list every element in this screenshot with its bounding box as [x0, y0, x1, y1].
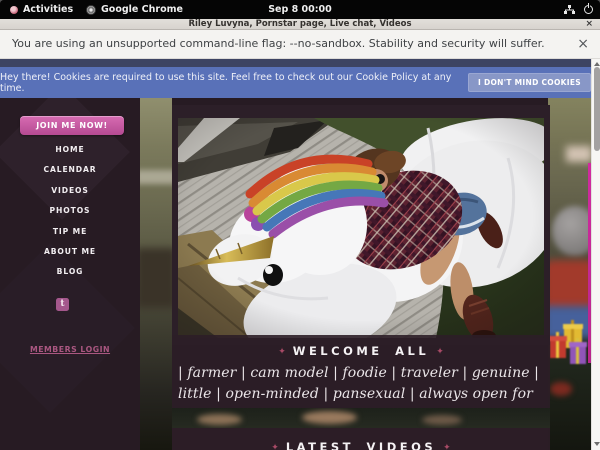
- infobar-close-icon[interactable]: ×: [577, 30, 589, 58]
- desktop-top-bar: Activities Google Chrome Sep 8 00:00: [0, 0, 600, 19]
- sidebar-menu: HOME CALENDAR VIDEOS PHOTOS TIP ME ABOUT…: [0, 140, 140, 283]
- diamond-decor-icon: ✦: [271, 347, 293, 357]
- tumblr-icon[interactable]: t: [56, 298, 69, 311]
- cookie-banner: Hey there! Cookies are required to use t…: [0, 67, 591, 98]
- background-gap-strip: [172, 408, 550, 428]
- welcome-heading: ✦WELCOME ALL✦: [172, 344, 550, 358]
- cookie-accept-button[interactable]: I DON'T MIND COOKIES: [468, 73, 591, 92]
- cookie-message: Hey there! Cookies are required to use t…: [0, 72, 456, 94]
- unicorn-photo-illustration: [178, 118, 544, 338]
- gift-icon: [570, 338, 586, 364]
- power-indicator[interactable]: [584, 0, 593, 19]
- window-title-bar: Riley Luvyna, Pornstar page, Live chat, …: [0, 19, 600, 30]
- sidebar-item-home[interactable]: HOME: [0, 140, 140, 160]
- join-me-now-button[interactable]: JOIN ME NOW!: [20, 116, 124, 135]
- background-photo-left: [140, 98, 172, 450]
- hero-image: [178, 118, 544, 338]
- latest-videos-title: LATEST VIDEOS: [286, 440, 436, 450]
- window-title: Riley Luvyna, Pornstar page, Live chat, …: [188, 19, 411, 29]
- background-couch: [548, 260, 591, 312]
- sidebar-item-blog[interactable]: BLOG: [0, 262, 140, 282]
- screen: Activities Google Chrome Sep 8 00:00 Ril…: [0, 0, 600, 450]
- diamond-decor-icon: ✦: [436, 443, 458, 450]
- page-scrollbar[interactable]: [591, 59, 600, 450]
- network-icon: [564, 5, 575, 15]
- sidebar-item-about-me[interactable]: ABOUT ME: [0, 242, 140, 262]
- sidebar: JOIN ME NOW! HOME CALENDAR VIDEOS PHOTOS…: [0, 98, 140, 450]
- power-icon: [584, 5, 593, 14]
- page-viewport: Hey there! Cookies are required to use t…: [0, 59, 600, 450]
- sidebar-item-videos[interactable]: VIDEOS: [0, 181, 140, 201]
- latest-videos-heading: ✦LATEST VIDEOS✦: [172, 440, 550, 450]
- diamond-decor-icon: ✦: [264, 443, 286, 450]
- page-top-strip: [0, 59, 591, 67]
- chrome-infobar: You are using an unsupported command-lin…: [0, 30, 600, 59]
- sidebar-item-photos[interactable]: PHOTOS: [0, 201, 140, 221]
- sidebar-item-tip-me[interactable]: TIP ME: [0, 222, 140, 242]
- latest-videos-panel: ✦LATEST VIDEOS✦: [172, 428, 550, 450]
- scrollbar-thumb[interactable]: [594, 67, 600, 151]
- clock[interactable]: Sep 8 00:00: [0, 0, 600, 19]
- hero-frame: [172, 105, 550, 345]
- sidebar-item-calendar[interactable]: CALENDAR: [0, 160, 140, 180]
- infobar-message: You are using an unsupported command-lin…: [12, 30, 545, 58]
- background-photo-right: [548, 98, 591, 450]
- welcome-title: WELCOME ALL: [293, 344, 429, 358]
- window-close-icon[interactable]: ×: [585, 19, 593, 30]
- background-sphere: [552, 206, 591, 256]
- scrollbar-up-arrow-icon[interactable]: [594, 62, 600, 66]
- network-indicator[interactable]: [564, 0, 575, 19]
- welcome-panel: ✦WELCOME ALL✦ | farmer | cam model | foo…: [172, 335, 550, 408]
- members-login-link[interactable]: MEMBERS LOGIN: [0, 345, 140, 354]
- gift-icon: [550, 332, 566, 358]
- diamond-decor-icon: ✦: [429, 347, 451, 357]
- main-content: ✦WELCOME ALL✦ | farmer | cam model | foo…: [172, 105, 550, 450]
- scrollbar-down-arrow-icon[interactable]: [594, 442, 600, 446]
